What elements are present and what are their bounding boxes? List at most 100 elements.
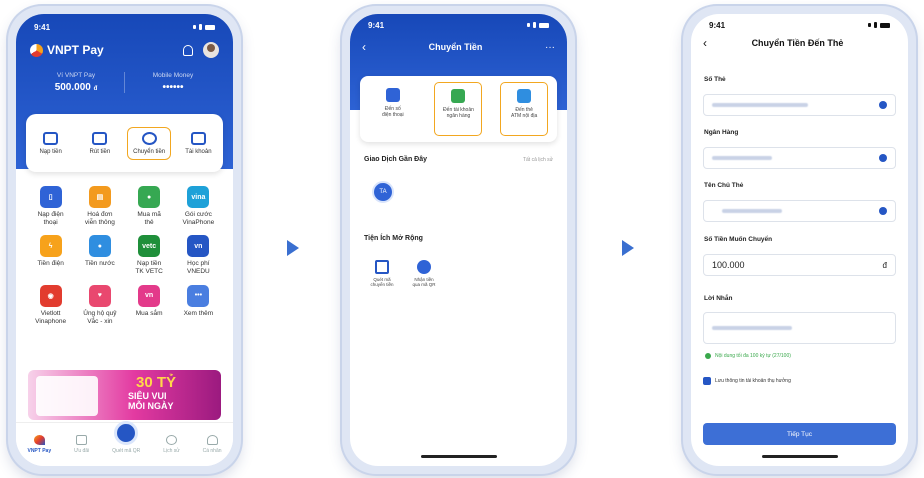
- gift-icon: [76, 435, 88, 445]
- vnpt-pay-logo: VNPT Pay: [30, 43, 104, 57]
- phone-home: 9:41 VNPT Pay Ví VNPT Pay 500.000 đ Mobi…: [8, 6, 241, 474]
- home-indicator: [420, 455, 497, 458]
- option-to-atm-card[interactable]: Đến thẻ ATM nội địa: [500, 82, 549, 136]
- amount-field[interactable]: 100.000 đ: [703, 254, 896, 276]
- service-item[interactable]: vn Học phí VNEDU: [174, 235, 223, 276]
- service-item[interactable]: ◉ Vietlott Vinaphone: [26, 284, 75, 326]
- tab-history[interactable]: Lịch sử: [163, 435, 180, 454]
- option-to-bank-account[interactable]: Đến tài khoản ngân hàng: [434, 82, 483, 136]
- transfer-button[interactable]: Chuyển tiền: [127, 126, 172, 160]
- service-item[interactable]: ϟ Tiền điện: [26, 235, 75, 276]
- bank-icon: [451, 89, 466, 103]
- deposit-button[interactable]: Nạp tiền: [29, 128, 73, 159]
- service-label: Tiền nước: [85, 260, 115, 268]
- service-item[interactable]: vn Mua sắm: [125, 284, 174, 326]
- service-item[interactable]: ♥ Ủng hộ quỹ Vắc - xin: [75, 284, 124, 326]
- status-bar: 9:41: [16, 16, 233, 38]
- service-label: Vietlott Vinaphone: [35, 309, 67, 325]
- clock-icon: [165, 435, 177, 445]
- account-button[interactable]: Tài khoản: [176, 128, 220, 159]
- receive-money-icon: [417, 260, 431, 274]
- wallet-balance: 500.000: [54, 82, 91, 93]
- amount-label: Số Tiền Muốn Chuyển: [704, 236, 773, 243]
- status-bar: 9:41: [691, 14, 908, 36]
- wallet-summary: Ví VNPT Pay 500.000 đ Mobile Money •••••…: [16, 72, 233, 93]
- service-item[interactable]: ▤ Hoá đơn viễn thông: [75, 186, 124, 227]
- mobile-money-value: ••••••: [162, 82, 184, 93]
- save-beneficiary-checkbox[interactable]: Lưu thông tin tài khoản thụ hưởng: [703, 377, 791, 385]
- service-icon: ▯: [39, 186, 62, 208]
- service-icon: ▤: [88, 186, 111, 208]
- utilities-title: Tiện Ích Mở Rộng: [364, 235, 423, 242]
- card-number-field[interactable]: [703, 94, 896, 116]
- app-name: VNPT Pay: [47, 43, 104, 57]
- status-bar: 9:41: [350, 14, 567, 36]
- tab-home[interactable]: VNPT Pay: [27, 435, 51, 454]
- vnpt-pay-icon: [33, 435, 45, 445]
- service-icon: ♥: [88, 284, 111, 307]
- util-receive-qr[interactable]: Nhận tiền qua mã QR: [406, 260, 442, 288]
- option-to-phone[interactable]: Đến số điện thoại: [369, 82, 417, 136]
- back-chevron-icon[interactable]: ‹: [362, 40, 366, 54]
- withdraw-button[interactable]: Rút tiền: [78, 128, 122, 159]
- transfer-screen: 9:41 ‹ Chuyển Tiền ··· Đến số điện thoại…: [350, 14, 567, 466]
- service-icon: vetc: [138, 235, 161, 258]
- card-holder-field[interactable]: [703, 200, 896, 222]
- wallet-label: Ví VNPT Pay: [56, 72, 96, 79]
- service-label: Mua mã thẻ: [137, 211, 161, 227]
- mobile-money-label: Mobile Money: [152, 72, 194, 79]
- page-title: Chuyển Tiền Đến Thẻ: [751, 38, 844, 48]
- home-screen: 9:41 VNPT Pay Ví VNPT Pay 500.000 đ Mobi…: [16, 14, 233, 466]
- checkbox-icon: [703, 377, 711, 385]
- recent-more-link[interactable]: Tất cả lịch sử: [523, 157, 553, 163]
- deposit-icon: [43, 131, 59, 145]
- banner-phone-image: [36, 376, 98, 416]
- back-chevron-icon[interactable]: ‹: [703, 36, 707, 50]
- app-flow-illustration: 9:41 VNPT Pay Ví VNPT Pay 500.000 đ Mobi…: [0, 0, 924, 478]
- wallet-unit: đ: [93, 86, 98, 92]
- tab-offers[interactable]: Ưu đãi: [74, 435, 89, 454]
- service-icon: ●: [138, 186, 161, 208]
- transfer-icon: [141, 131, 157, 145]
- avatar[interactable]: [203, 42, 219, 58]
- service-item[interactable]: ▯ Nạp điện thoại: [26, 186, 75, 227]
- signal-icon: [527, 22, 549, 28]
- service-label: Tiền điện: [37, 260, 64, 268]
- tab-scan-qr[interactable]: Quét mã QR: [112, 421, 140, 454]
- service-label: Mua sắm: [135, 309, 163, 317]
- service-item[interactable]: ● Mua mã thẻ: [125, 186, 174, 227]
- bell-icon[interactable]: [183, 44, 193, 56]
- tab-profile[interactable]: Cá nhân: [203, 435, 222, 454]
- message-field[interactable]: [703, 312, 896, 344]
- status-time: 9:41: [709, 20, 726, 30]
- util-scan-transfer[interactable]: Quét mã chuyển tiền: [364, 260, 400, 288]
- bank-field[interactable]: [703, 147, 896, 169]
- bank-label: Ngân Hàng: [704, 129, 739, 136]
- service-label: Xem thêm: [183, 309, 214, 317]
- banner-headline: 30 TỶ: [136, 374, 177, 391]
- continue-button[interactable]: Tiếp Tục: [703, 423, 896, 445]
- recent-title: Giao Dịch Gần Đây: [364, 156, 428, 163]
- service-icon: ◉: [39, 284, 62, 307]
- service-label: Hoá đơn viễn thông: [84, 211, 115, 227]
- signal-icon: [193, 24, 215, 30]
- service-item[interactable]: ● Tiền nước: [75, 235, 124, 276]
- phone-icon: [385, 88, 400, 102]
- service-label: Gói cước VinaPhone: [182, 211, 215, 227]
- promo-banner[interactable]: 30 TỶ SIÊU VUI MỖI NGÀY: [28, 370, 221, 420]
- flow-arrow-icon: [622, 240, 634, 256]
- account-icon: [190, 131, 206, 145]
- amount-unit: đ: [882, 260, 887, 270]
- withdraw-icon: [92, 131, 108, 145]
- user-icon: [206, 435, 218, 445]
- service-label: Ủng hộ quỹ Vắc - xin: [83, 309, 117, 325]
- service-item[interactable]: vina Gói cước VinaPhone: [174, 186, 223, 227]
- status-time: 9:41: [34, 22, 51, 32]
- service-icon: vn: [138, 284, 161, 307]
- check-icon: [879, 101, 887, 109]
- service-item[interactable]: ••• Xem thêm: [174, 284, 223, 326]
- more-icon[interactable]: ···: [545, 42, 555, 53]
- service-label: Học phí VNEDU: [186, 260, 210, 276]
- service-item[interactable]: vetc Nạp tiền TK VETC: [125, 235, 174, 276]
- recent-contact-avatar[interactable]: TA: [372, 181, 394, 203]
